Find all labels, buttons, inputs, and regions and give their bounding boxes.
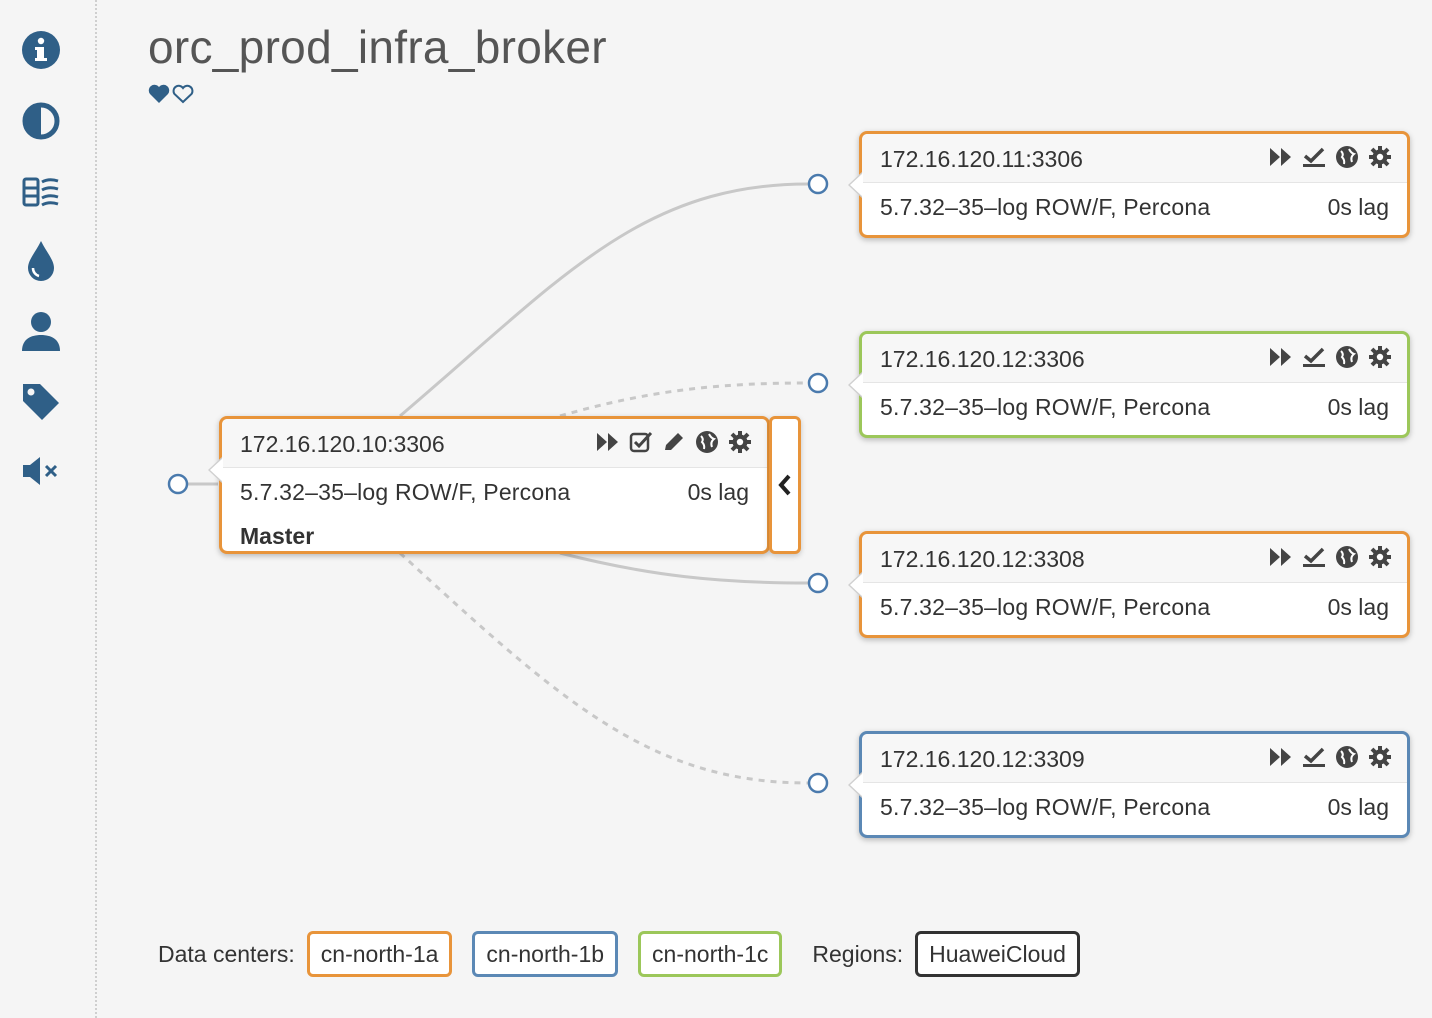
region-chip[interactable]: HuaweiCloud bbox=[915, 931, 1080, 977]
heart-outline-icon[interactable] bbox=[172, 84, 194, 109]
datacenter-chip[interactable]: cn-north-1b bbox=[472, 931, 619, 977]
node-header: 172.16.120.12:3306 bbox=[862, 334, 1407, 383]
node-body: 5.7.32–35–log ROW/F, Percona 0s lag bbox=[862, 783, 1407, 833]
node-actions bbox=[1268, 744, 1393, 770]
link-to-replica-1 bbox=[399, 182, 809, 418]
node-host[interactable]: 172.16.120.11:3306 bbox=[880, 146, 1083, 173]
collapse-replicas-button[interactable] bbox=[769, 416, 801, 554]
check-icon[interactable] bbox=[628, 429, 654, 455]
forward-icon[interactable] bbox=[1268, 344, 1294, 370]
pencil-icon[interactable] bbox=[661, 429, 687, 455]
node-version: 5.7.32–35–log ROW/F, Percona bbox=[880, 794, 1211, 820]
link-to-replica-2 bbox=[559, 381, 809, 418]
node-role: Master bbox=[240, 523, 315, 549]
mute-icon[interactable] bbox=[18, 448, 64, 494]
forward-icon[interactable] bbox=[1268, 144, 1294, 170]
node-actions bbox=[595, 429, 753, 455]
datacenter-chip[interactable]: cn-north-1c bbox=[638, 931, 783, 977]
replica-1-port bbox=[807, 173, 829, 195]
node-host[interactable]: 172.16.120.10:3306 bbox=[240, 431, 445, 458]
globe-icon[interactable] bbox=[1334, 744, 1360, 770]
node-actions bbox=[1268, 144, 1393, 170]
datacenter-chip[interactable]: cn-north-1a bbox=[306, 931, 453, 977]
forward-icon[interactable] bbox=[1268, 744, 1294, 770]
replica-node[interactable]: 172.16.120.12:3306 5.7.32–35–log ROW/F, … bbox=[848, 331, 1410, 438]
gear-icon[interactable] bbox=[1367, 144, 1393, 170]
node-host[interactable]: 172.16.120.12:3309 bbox=[880, 746, 1085, 773]
node-body: 5.7.32–35–log ROW/F, Percona 0s lag bbox=[862, 183, 1407, 233]
node-actions bbox=[1268, 544, 1393, 570]
node-version: 5.7.32–35–log ROW/F, Percona bbox=[880, 594, 1211, 620]
master-node[interactable]: 172.16.120.10:3306 5.7.32–35–log ROW/F, … bbox=[208, 416, 770, 554]
node-version: 5.7.32–35–log ROW/F, Percona bbox=[240, 479, 571, 505]
datacenters-label: Data centers: bbox=[158, 940, 295, 967]
globe-icon[interactable] bbox=[1334, 344, 1360, 370]
regions-label: Regions: bbox=[812, 940, 904, 967]
download-icon[interactable] bbox=[1301, 744, 1327, 770]
node-header: 172.16.120.10:3306 bbox=[222, 419, 767, 468]
page-title: orc_prod_infra_broker bbox=[148, 21, 607, 73]
forward-icon[interactable] bbox=[595, 429, 621, 455]
globe-icon[interactable] bbox=[1334, 144, 1360, 170]
node-lag: 0s lag bbox=[687, 479, 749, 505]
replica-3-port bbox=[807, 572, 829, 594]
node-version: 5.7.32–35–log ROW/F, Percona bbox=[880, 194, 1211, 220]
download-icon[interactable] bbox=[1301, 344, 1327, 370]
legend: Data centers: cn-north-1a cn-north-1b cn… bbox=[158, 931, 1100, 977]
master-input-port bbox=[167, 473, 189, 495]
node-header: 172.16.120.12:3308 bbox=[862, 534, 1407, 583]
replica-4-port bbox=[807, 772, 829, 794]
node-host[interactable]: 172.16.120.12:3306 bbox=[880, 346, 1085, 373]
gear-icon[interactable] bbox=[727, 429, 753, 455]
drop-icon[interactable] bbox=[18, 238, 64, 284]
download-icon[interactable] bbox=[1301, 544, 1327, 570]
tag-icon[interactable] bbox=[18, 379, 64, 425]
replica-node[interactable]: 172.16.120.11:3306 5.7.32–35–log ROW/F, … bbox=[848, 131, 1410, 238]
node-body: 5.7.32–35–log ROW/F, Percona 0s lag bbox=[222, 468, 767, 518]
info-icon[interactable] bbox=[18, 27, 64, 73]
replica-node[interactable]: 172.16.120.12:3309 5.7.32–35–log ROW/F, … bbox=[848, 731, 1410, 838]
user-icon[interactable] bbox=[18, 308, 64, 354]
sidebar bbox=[0, 0, 97, 1018]
replica-node[interactable]: 172.16.120.12:3308 5.7.32–35–log ROW/F, … bbox=[848, 531, 1410, 638]
download-icon[interactable] bbox=[1301, 144, 1327, 170]
forward-icon[interactable] bbox=[1268, 544, 1294, 570]
node-lag: 0s lag bbox=[1327, 594, 1389, 620]
node-actions bbox=[1268, 344, 1393, 370]
replica-2-port bbox=[807, 372, 829, 394]
contrast-icon[interactable] bbox=[18, 98, 64, 144]
node-header: 172.16.120.12:3309 bbox=[862, 734, 1407, 783]
globe-icon[interactable] bbox=[1334, 544, 1360, 570]
node-lag: 0s lag bbox=[1327, 194, 1389, 220]
gear-icon[interactable] bbox=[1367, 544, 1393, 570]
link-to-replica-4 bbox=[398, 551, 809, 785]
globe-icon[interactable] bbox=[694, 429, 720, 455]
heart-filled-icon[interactable] bbox=[148, 84, 170, 109]
node-header: 172.16.120.11:3306 bbox=[862, 134, 1407, 183]
node-body: 5.7.32–35–log ROW/F, Percona 0s lag bbox=[862, 383, 1407, 433]
favorite-controls bbox=[148, 84, 194, 109]
node-lag: 0s lag bbox=[1327, 794, 1389, 820]
node-body: 5.7.32–35–log ROW/F, Percona 0s lag bbox=[862, 583, 1407, 633]
gear-icon[interactable] bbox=[1367, 744, 1393, 770]
link-to-replica-3 bbox=[559, 551, 809, 585]
list-icon[interactable] bbox=[18, 169, 64, 215]
chevron-left-icon bbox=[778, 474, 791, 496]
gear-icon[interactable] bbox=[1367, 344, 1393, 370]
node-version: 5.7.32–35–log ROW/F, Percona bbox=[880, 394, 1211, 420]
node-lag: 0s lag bbox=[1327, 394, 1389, 420]
node-host[interactable]: 172.16.120.12:3308 bbox=[880, 546, 1085, 573]
